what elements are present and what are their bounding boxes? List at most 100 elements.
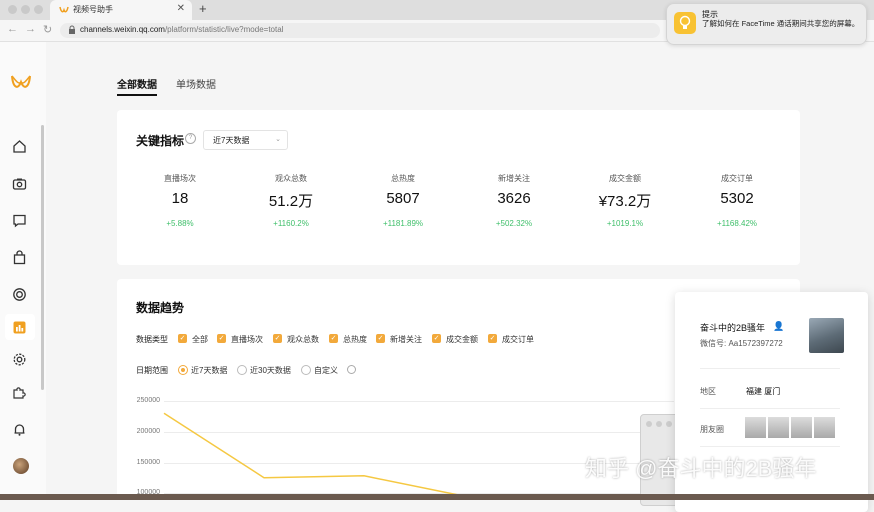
profile-name: 奋斗中的2B骚年 bbox=[700, 323, 766, 333]
active-tab-underline bbox=[117, 94, 157, 96]
metric-label: 成交金额 bbox=[609, 174, 641, 183]
tab-single-data[interactable]: 单场数据 bbox=[176, 76, 216, 91]
minimize-window-button[interactable] bbox=[21, 5, 30, 14]
reload-icon[interactable]: ↻ bbox=[43, 23, 52, 36]
region-value: 福建 厦门 bbox=[746, 387, 781, 396]
checkbox-label: 观众总数 bbox=[287, 335, 319, 344]
radio-label: 近30天数据 bbox=[250, 366, 291, 375]
radio-dot bbox=[301, 365, 311, 375]
check-icon: ✓ bbox=[273, 334, 282, 343]
gridline bbox=[164, 432, 674, 433]
metric-value: 3626 bbox=[497, 190, 531, 207]
channels-logo-icon bbox=[11, 75, 31, 88]
check-icon: ✓ bbox=[488, 334, 497, 343]
url-path: /platform/statistic/live?mode=total bbox=[164, 25, 284, 34]
radio-dot bbox=[237, 365, 247, 375]
help-icon[interactable]: ? bbox=[185, 133, 196, 144]
circle-icon[interactable] bbox=[12, 287, 27, 302]
maximize-window-button[interactable] bbox=[34, 5, 43, 14]
metric-label: 成交订单 bbox=[721, 174, 753, 183]
check-icon: ✓ bbox=[376, 334, 385, 343]
tab-title: 视频号助手 bbox=[73, 5, 113, 14]
chevron-down-icon: ⌄ bbox=[275, 136, 281, 143]
metric-value: 18 bbox=[171, 190, 189, 207]
lock-icon bbox=[69, 25, 75, 34]
wechat-id: 微信号: Aa1572397272 bbox=[700, 339, 783, 348]
tab-all-data[interactable]: 全部数据 bbox=[117, 76, 157, 91]
metric-value: ¥73.2万 bbox=[598, 193, 652, 210]
checkbox-label: 全部 bbox=[192, 335, 208, 344]
close-window-button[interactable] bbox=[646, 421, 652, 427]
url-host: channels.weixin.qq.com bbox=[80, 25, 165, 34]
puzzle-icon[interactable] bbox=[12, 385, 27, 400]
channels-favicon-icon bbox=[59, 6, 69, 13]
region-label: 地区 bbox=[700, 387, 716, 396]
settings-icon[interactable] bbox=[12, 352, 27, 367]
close-tab-icon[interactable]: ✕ bbox=[177, 3, 185, 14]
check-icon: ✓ bbox=[178, 334, 187, 343]
bag-icon[interactable] bbox=[12, 250, 27, 265]
notification-body: 了解如何在 FaceTime 通话期间共享您的屏幕。 bbox=[702, 19, 860, 28]
checkbox-label: 直播场次 bbox=[231, 335, 263, 344]
user-icon: 👤 bbox=[773, 321, 785, 331]
bell-icon[interactable] bbox=[12, 422, 27, 437]
radio-dot bbox=[178, 365, 188, 375]
metric-label: 直播场次 bbox=[164, 174, 196, 183]
metric-change: +1019.1% bbox=[606, 219, 644, 228]
moments-thumbnail[interactable] bbox=[814, 417, 835, 438]
browser-tab[interactable]: 视频号助手 ✕ bbox=[50, 0, 192, 20]
divider bbox=[700, 446, 840, 447]
divider bbox=[700, 408, 840, 409]
metric-change: +1181.89% bbox=[382, 219, 424, 228]
moments-label: 朋友圈 bbox=[700, 425, 724, 434]
tips-icon bbox=[674, 12, 696, 34]
metric-change: +5.88% bbox=[166, 219, 194, 228]
gridline bbox=[164, 401, 674, 402]
user-avatar[interactable] bbox=[13, 458, 29, 474]
moments-thumbnail[interactable] bbox=[745, 417, 766, 438]
facetime-notification[interactable]: 提示 了解如何在 FaceTime 通话期间共享您的屏幕。 bbox=[666, 3, 867, 45]
key-metrics-title: 关键指标 bbox=[136, 134, 185, 148]
check-icon: ✓ bbox=[217, 334, 226, 343]
forward-icon[interactable]: → bbox=[25, 23, 36, 35]
moments-thumbnail[interactable] bbox=[768, 417, 789, 438]
url-field[interactable]: channels.weixin.qq.com/platform/statisti… bbox=[60, 23, 660, 38]
metric-label: 总热度 bbox=[391, 174, 415, 183]
check-icon: ✓ bbox=[432, 334, 441, 343]
new-tab-icon[interactable]: + bbox=[199, 1, 207, 16]
metric-change: +502.32% bbox=[495, 219, 533, 228]
chart-icon[interactable] bbox=[12, 320, 27, 335]
y-tick-label: 200000 bbox=[136, 428, 160, 435]
minimize-window-button[interactable] bbox=[656, 421, 662, 427]
metric-value: 5302 bbox=[720, 190, 754, 207]
back-icon[interactable]: ← bbox=[7, 23, 18, 35]
sidebar-scrollbar[interactable] bbox=[41, 125, 44, 390]
message-icon[interactable] bbox=[12, 213, 27, 228]
camera-icon[interactable] bbox=[12, 176, 27, 191]
checkbox-label: 总热度 bbox=[343, 335, 367, 344]
period-select[interactable]: 近7天数据 ⌄ bbox=[203, 130, 288, 150]
period-select-value: 近7天数据 bbox=[213, 136, 250, 145]
trend-title: 数据趋势 bbox=[136, 301, 185, 315]
y-tick-label: 250000 bbox=[136, 397, 160, 404]
metric-change: +1168.42% bbox=[716, 219, 758, 228]
desktop-dock-strip bbox=[0, 494, 874, 500]
date-range-label: 日期范围 bbox=[136, 366, 168, 375]
radio-label: 自定义 bbox=[314, 366, 338, 375]
checkbox-label: 成交金额 bbox=[446, 335, 478, 344]
metric-value: 5807 bbox=[386, 190, 420, 207]
profile-avatar[interactable] bbox=[809, 318, 844, 353]
home-icon[interactable] bbox=[12, 139, 27, 154]
metric-change: +1160.2% bbox=[273, 219, 309, 228]
checkbox-label: 新增关注 bbox=[390, 335, 422, 344]
metric-label: 新增关注 bbox=[498, 174, 530, 183]
close-window-button[interactable] bbox=[8, 5, 17, 14]
y-tick-label: 150000 bbox=[136, 459, 160, 466]
maximize-window-button[interactable] bbox=[666, 421, 672, 427]
moments-thumbnail[interactable] bbox=[791, 417, 812, 438]
watermark: 知乎 @奋斗中的2B骚年 bbox=[585, 456, 817, 481]
info-icon[interactable] bbox=[347, 365, 356, 374]
checkbox-label: 成交订单 bbox=[502, 335, 534, 344]
divider bbox=[700, 368, 840, 369]
radio-label: 近7天数据 bbox=[191, 366, 228, 375]
